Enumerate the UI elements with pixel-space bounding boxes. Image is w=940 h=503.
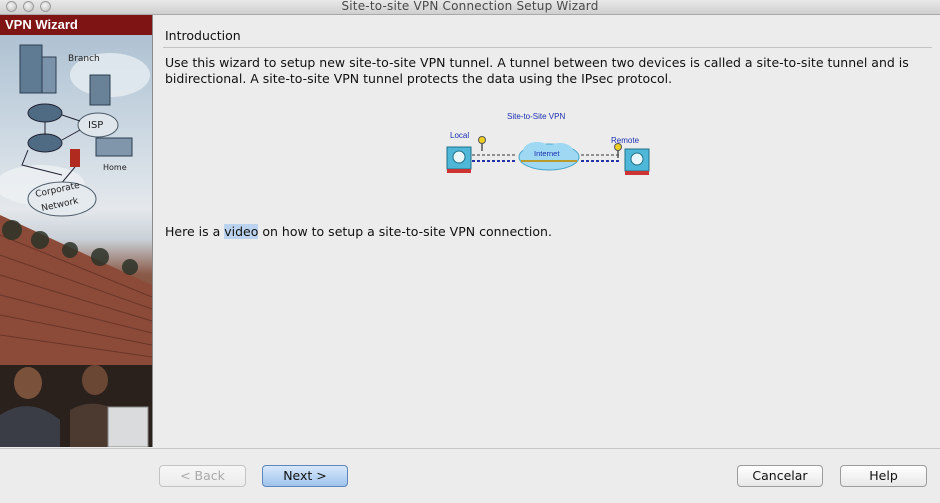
sidebar-header: VPN Wizard xyxy=(0,15,152,35)
tunnel-right xyxy=(581,154,620,162)
network-illustration: Branch ISP Home Corporate Network xyxy=(0,44,152,447)
isp-label: ISP xyxy=(88,120,103,131)
back-button[interactable]: < Back xyxy=(159,465,246,487)
remote-label: Remote xyxy=(611,136,640,145)
video-help-line: Here is a video on how to setup a site-t… xyxy=(165,224,552,239)
branch-label: Branch xyxy=(68,54,100,64)
local-label: Local xyxy=(450,131,469,140)
intro-text: Use this wizard to setup new site-to-sit… xyxy=(165,55,909,86)
local-device-icon xyxy=(446,146,472,173)
tunnel-left xyxy=(472,154,515,162)
vpn-diagram: Site-to-Site VPN Local Remote Internet xyxy=(446,112,650,175)
internet-label: Internet xyxy=(534,149,560,158)
wizard-button-bar: < Back Next > Cancelar Help xyxy=(0,448,940,503)
wizard-sidebar: VPN Wizard Branch ISP Home Corporate Net… xyxy=(0,15,153,447)
help-button[interactable]: Help xyxy=(840,465,927,487)
remote-key-icon xyxy=(614,143,622,158)
window-titlebar: Site-to-site VPN Connection Setup Wizard xyxy=(0,0,940,15)
next-button[interactable]: Next > xyxy=(262,465,348,487)
local-key-icon xyxy=(478,136,486,151)
video-text-after: on how to setup a site-to-site VPN conne… xyxy=(258,224,552,239)
remote-device-icon xyxy=(624,148,650,175)
home-label: Home xyxy=(103,163,127,172)
diagram-title: Site-to-Site VPN xyxy=(507,112,565,121)
wizard-content: Introduction Use this wizard to setup ne… xyxy=(153,15,940,447)
cancel-button[interactable]: Cancelar xyxy=(737,465,823,487)
section-divider xyxy=(163,47,932,48)
section-title: Introduction xyxy=(165,28,241,43)
video-link[interactable]: video xyxy=(224,224,259,239)
video-text-before: Here is a xyxy=(165,224,225,239)
window-title: Site-to-site VPN Connection Setup Wizard xyxy=(341,0,599,13)
